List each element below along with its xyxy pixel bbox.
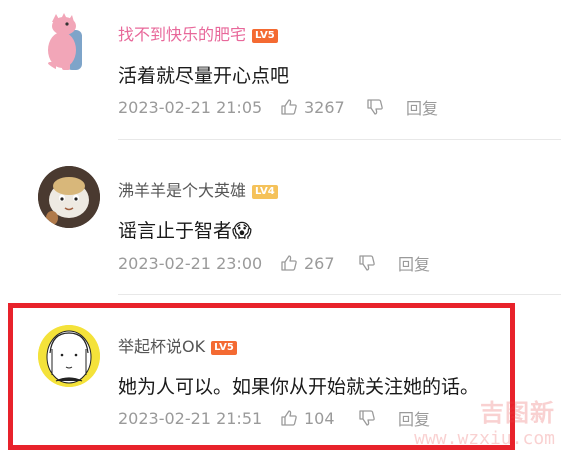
divider [118, 294, 561, 295]
username[interactable]: 沸羊羊是个大英雄 LV4 [118, 177, 278, 201]
comment-text: 谣言止于智者😱 [118, 216, 252, 243]
comment-meta: 2023-02-21 21:05 3267 回复 [118, 95, 438, 119]
dislike-button[interactable] [366, 98, 406, 116]
username[interactable]: 找不到快乐的肥宅 LV5 [118, 21, 278, 45]
username-text: 沸羊羊是个大英雄 [118, 181, 247, 200]
comment-text: 活着就尽量开心点吧 [118, 65, 290, 87]
reply-button[interactable]: 回复 [398, 251, 430, 275]
thumbs-down-icon [367, 99, 383, 115]
timestamp: 2023-02-21 21:05 [118, 97, 263, 117]
comment-meta: 2023-02-21 23:00 267 回复 [118, 251, 430, 275]
like-count: 267 [304, 253, 335, 273]
comment-list: 找不到快乐的肥宅 LV5 活着就尽量开心点吧 2023-02-21 21:05 3… [0, 0, 561, 457]
timestamp: 2023-02-21 23:00 [118, 253, 263, 273]
level-badge: LV4 [252, 184, 278, 199]
thumbs-down-icon [359, 255, 375, 271]
watermark-title: 吉图新 [480, 399, 555, 427]
like-button[interactable]: 3267 [280, 98, 366, 117]
dislike-button[interactable] [358, 254, 398, 272]
avatar[interactable] [38, 166, 100, 228]
thumbs-up-icon [281, 99, 297, 115]
sheep-avatar-icon [38, 166, 100, 228]
thumbs-up-icon [281, 255, 297, 271]
username-text: 找不到快乐的肥宅 [118, 25, 247, 44]
pink-dinosaur-avatar-icon [48, 13, 82, 70]
comment-item: 找不到快乐的肥宅 LV5 活着就尽量开心点吧 2023-02-21 21:05 3… [0, 0, 561, 140]
comment-text-body: 谣言止于智者 [118, 220, 233, 242]
shocked-emoji-icon: 😱 [232, 220, 252, 242]
avatar[interactable] [38, 10, 100, 72]
like-count: 3267 [304, 97, 345, 117]
level-badge: LV5 [252, 28, 278, 43]
watermark-url: www.wzxiu.com [414, 428, 555, 449]
reply-button[interactable]: 回复 [406, 95, 438, 119]
comment-item: 沸羊羊是个大英雄 LV4 谣言止于智者😱 2023-02-21 23:00 267… [0, 140, 561, 295]
like-button[interactable]: 267 [280, 254, 358, 273]
watermark: 吉图新 www.wzxiu.com [414, 393, 555, 449]
